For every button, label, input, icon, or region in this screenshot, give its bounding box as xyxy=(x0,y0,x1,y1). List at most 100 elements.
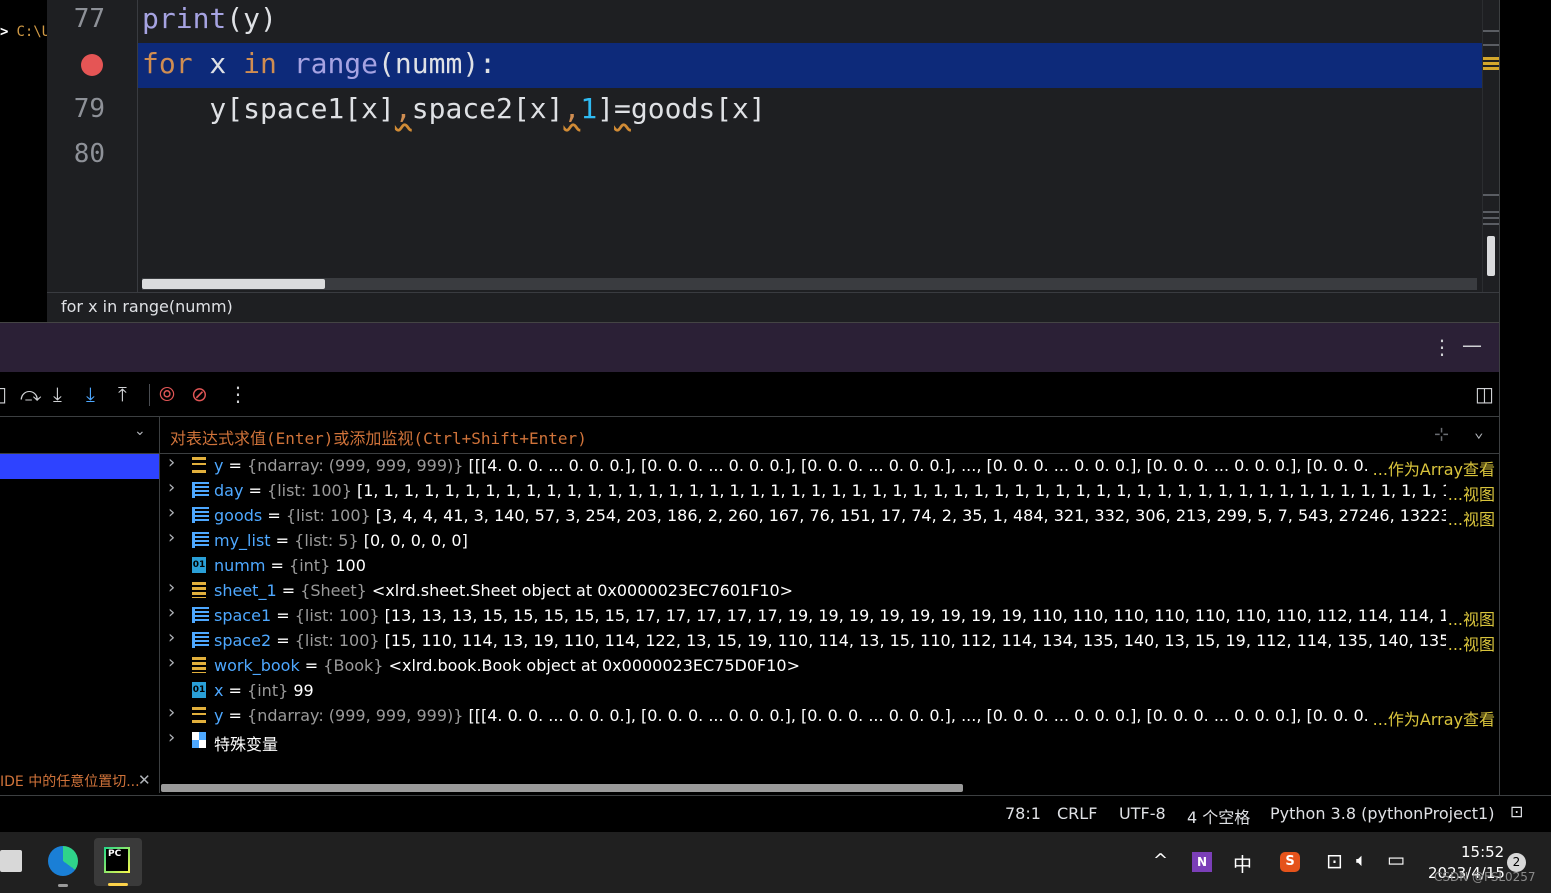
variable-row[interactable]: › space1 = {list: 100} [13, 13, 13, 15, 1… xyxy=(160,602,1499,630)
variable-row[interactable]: › sheet_1 = {Sheet} <xlrd.sheet.Sheet obj… xyxy=(160,577,1499,604)
view-as-link[interactable]: ...视图 xyxy=(1445,606,1495,630)
chevron-down-icon[interactable]: ⌄ xyxy=(134,423,146,439)
variable-value: [1, 1, 1, 1, 1, 1, 1, 1, 1, 1, 1, 1, 1, … xyxy=(356,481,1454,500)
editor-horizontal-scroll-thumb[interactable] xyxy=(142,279,325,289)
debug-toolbar: ▯ ⤼ ⤓ ⤓ ⤒ ⦾ ⊘ ⋮ ◫ xyxy=(0,372,1499,417)
chevron-right-icon[interactable]: › xyxy=(168,527,175,548)
variable-value: <xlrd.sheet.Sheet object at 0x0000023EC7… xyxy=(371,581,794,600)
python-interpreter[interactable]: Python 3.8 (pythonProject1) xyxy=(1270,804,1494,823)
variable-type: {list: 5} xyxy=(294,531,359,550)
view-as-link[interactable]: ...作为Array查看 xyxy=(1370,456,1495,480)
clock-time[interactable]: 15:52 xyxy=(1461,843,1504,861)
variable-row[interactable]: 01 x = {int} 99 xyxy=(160,679,1499,704)
editor-scroll-thumb[interactable] xyxy=(1487,236,1495,276)
volume-icon[interactable]: 🔈︎ xyxy=(1356,850,1367,871)
pycharm-taskbar-button[interactable]: PC xyxy=(94,838,142,886)
selected-frame[interactable] xyxy=(0,454,159,479)
list-icon xyxy=(192,532,209,548)
ime-indicator[interactable]: 中 xyxy=(1233,850,1252,877)
variable-row[interactable]: › my_list = {list: 5} [0, 0, 0, 0, 0] xyxy=(160,527,1499,554)
terminal-strip: > C:\U xyxy=(0,0,50,320)
chevron-right-icon[interactable]: › xyxy=(168,652,175,673)
view-as-link[interactable]: ...作为Array查看 xyxy=(1370,706,1495,730)
breakpoint-icon[interactable] xyxy=(81,54,103,76)
frames-tip[interactable]: IDE 中的任意位置切... xyxy=(0,771,140,791)
variable-value: [0, 0, 0, 0, 0] xyxy=(363,531,468,550)
thread-selector[interactable]: ⌄ xyxy=(0,417,159,454)
editor-horizontal-scrollbar[interactable] xyxy=(142,278,1477,290)
chevron-right-icon[interactable]: › xyxy=(168,477,175,498)
variable-row[interactable]: › space2 = {list: 100} [15, 110, 114, 13,… xyxy=(160,627,1499,655)
indent-setting[interactable]: 4 个空格 xyxy=(1187,804,1250,828)
sogou-input-icon[interactable]: S xyxy=(1280,852,1300,872)
ndarray-icon xyxy=(192,457,206,473)
step-into-icon[interactable]: ⤓ xyxy=(53,382,62,406)
variable-value: [15, 110, 114, 13, 19, 110, 114, 122, 13… xyxy=(384,631,1454,650)
minimize-icon[interactable]: — xyxy=(1462,333,1482,357)
variable-row[interactable]: › 特殊变量 xyxy=(160,727,1499,754)
pycharm-icon: PC xyxy=(104,847,130,873)
code-editor[interactable]: 77 79 80 print(y) for x in range(numm): … xyxy=(47,0,1499,292)
battery-icon[interactable]: ▭ xyxy=(1387,849,1405,871)
view-as-link[interactable]: ...视图 xyxy=(1445,481,1495,505)
variable-value: 99 xyxy=(293,681,314,700)
more-vertical-icon[interactable]: ⋮ xyxy=(1432,335,1452,359)
code-line-77[interactable]: print(y) xyxy=(142,2,277,35)
code-line-78[interactable]: for x in range(numm): xyxy=(142,47,496,80)
breadcrumb-item[interactable]: for x in range(numm) xyxy=(61,297,233,316)
status-bar: 78:1 CRLF UTF-8 4 个空格 Python 3.8 (python… xyxy=(0,795,1551,832)
file-encoding[interactable]: UTF-8 xyxy=(1119,804,1166,823)
code-line-79[interactable]: y[space1[x],space2[x],1]=goods[x] xyxy=(142,92,765,125)
line-ending[interactable]: CRLF xyxy=(1057,804,1097,823)
scroll-marker xyxy=(1483,44,1499,46)
onenote-icon[interactable]: N xyxy=(1192,852,1212,872)
view-breakpoints-icon[interactable]: ⦾ xyxy=(159,382,175,406)
variable-row[interactable]: › work_book = {Book} <xlrd.book.Book obje… xyxy=(160,652,1499,679)
chevron-up-icon[interactable]: ^ xyxy=(1153,850,1168,871)
stop-icon[interactable]: ▯ xyxy=(0,382,7,406)
scroll-marker xyxy=(1483,217,1499,219)
ndarray-icon xyxy=(192,707,206,723)
step-into-my-code-icon[interactable]: ⤓ xyxy=(86,382,95,406)
variable-text: numm = {int} 100 xyxy=(214,556,366,575)
list-icon xyxy=(192,482,209,498)
layout-icon[interactable]: ◫ xyxy=(1475,382,1494,406)
chevron-right-icon[interactable]: › xyxy=(168,454,175,473)
chevron-right-icon[interactable]: › xyxy=(168,627,175,648)
chevron-right-icon[interactable]: › xyxy=(168,727,175,748)
chevron-right-icon[interactable]: › xyxy=(168,502,175,523)
mute-breakpoints-icon[interactable]: ⊘ xyxy=(191,382,208,406)
variable-row[interactable]: › day = {list: 100} [1, 1, 1, 1, 1, 1, 1,… xyxy=(160,477,1499,505)
evaluate-expression-input[interactable]: 对表达式求值(Enter)或添加监视(Ctrl+Shift+Enter) ⊹ ⌄ xyxy=(160,417,1499,454)
close-icon[interactable]: ✕ xyxy=(138,771,151,789)
chevron-down-icon[interactable]: ⌄ xyxy=(1474,422,1484,441)
network-icon[interactable]: ⊡ xyxy=(1326,849,1343,873)
chevron-right-icon[interactable]: › xyxy=(168,577,175,598)
chevron-right-icon[interactable]: › xyxy=(168,702,175,723)
list-icon xyxy=(192,607,209,623)
view-as-link[interactable]: ...视图 xyxy=(1445,631,1495,655)
variables-horizontal-scrollbar[interactable] xyxy=(160,782,1499,794)
variable-name: my_list xyxy=(214,531,271,550)
toolbar-separator xyxy=(149,384,150,406)
view-as-link[interactable]: ...视图 xyxy=(1445,506,1495,530)
variable-row[interactable]: › goods = {list: 100} [3, 4, 4, 41, 3, 14… xyxy=(160,502,1499,530)
frames-panel: ⌄ IDE 中的任意位置切... ✕ xyxy=(0,417,160,793)
variable-name: goods xyxy=(214,506,263,525)
start-icon[interactable] xyxy=(0,850,22,872)
more-vertical-icon[interactable]: ⋮ xyxy=(228,382,248,406)
step-out-icon[interactable]: ⤒ xyxy=(118,382,127,406)
variable-row[interactable]: 01 numm = {int} 100 xyxy=(160,554,1499,579)
caret-position[interactable]: 78:1 xyxy=(1005,804,1041,823)
add-watch-icon[interactable]: ⊹ xyxy=(1434,424,1449,445)
variable-row[interactable]: › y = {ndarray: (999, 999, 999)} [[[4. 0.… xyxy=(160,702,1499,730)
edge-browser-icon[interactable] xyxy=(48,846,78,876)
lock-icon[interactable]: ⊡ xyxy=(1510,802,1523,821)
variable-name: numm xyxy=(214,556,266,575)
variables-scroll-thumb[interactable] xyxy=(161,784,963,792)
variable-value: [13, 13, 13, 15, 15, 15, 15, 15, 17, 17,… xyxy=(384,606,1454,625)
step-over-icon[interactable]: ⤼ xyxy=(20,382,41,406)
breadcrumb[interactable]: for x in range(numm) xyxy=(47,292,1499,322)
chevron-right-icon[interactable]: › xyxy=(168,602,175,623)
variable-row[interactable]: › y = {ndarray: (999, 999, 999)} [[[4. 0.… xyxy=(160,454,1499,480)
